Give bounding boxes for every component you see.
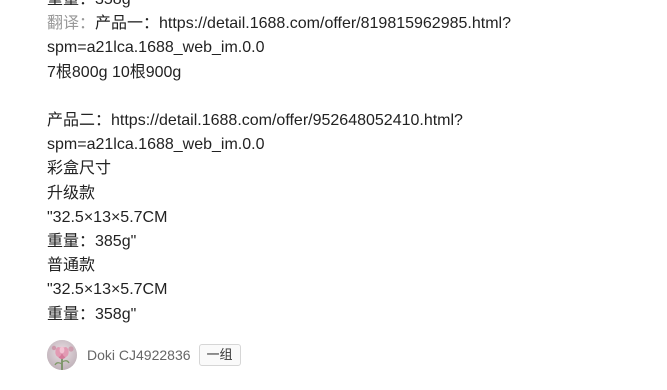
standard-size: "32.5×13×5.7CM: [47, 281, 168, 299]
upgraded-weight: 重量：385g": [47, 233, 137, 251]
message-sender: Doki CJ4922836 一组: [47, 340, 241, 370]
product1-spec: 7根800g 10根900g: [47, 63, 182, 81]
previous-weight-line: 重量：358g: [47, 0, 647, 12]
product1-spm: spm=a21lca.1688_web_im.0.0: [47, 39, 265, 57]
flower-avatar-icon: [47, 340, 77, 370]
group-badge: 一组: [198, 344, 241, 366]
avatar[interactable]: [47, 340, 77, 370]
upgraded-size: "32.5×13×5.7CM: [47, 208, 168, 226]
product1-title-line: 翻译：产品一：https://detail.1688.com/offer/819…: [47, 12, 647, 36]
product2-title: 产品二：https://detail.1688.com/offer/952648…: [47, 112, 463, 129]
translation-label: 翻译：: [47, 15, 96, 33]
product1-title: 产品一：https://detail.1688.com/offer/819815…: [95, 15, 511, 33]
product2-spm: spm=a21lca.1688_web_im.0.0: [47, 136, 265, 154]
standard-label: 普通款: [47, 257, 96, 275]
sender-name[interactable]: Doki CJ4922836: [87, 347, 191, 363]
message-body: 重量：358g 翻译：产品一：https://detail.1688.com/o…: [47, 0, 647, 327]
box-size-label: 彩盒尺寸: [47, 160, 112, 178]
standard-weight: 重量：358g": [47, 305, 137, 323]
upgraded-label: 升级款: [47, 184, 96, 202]
